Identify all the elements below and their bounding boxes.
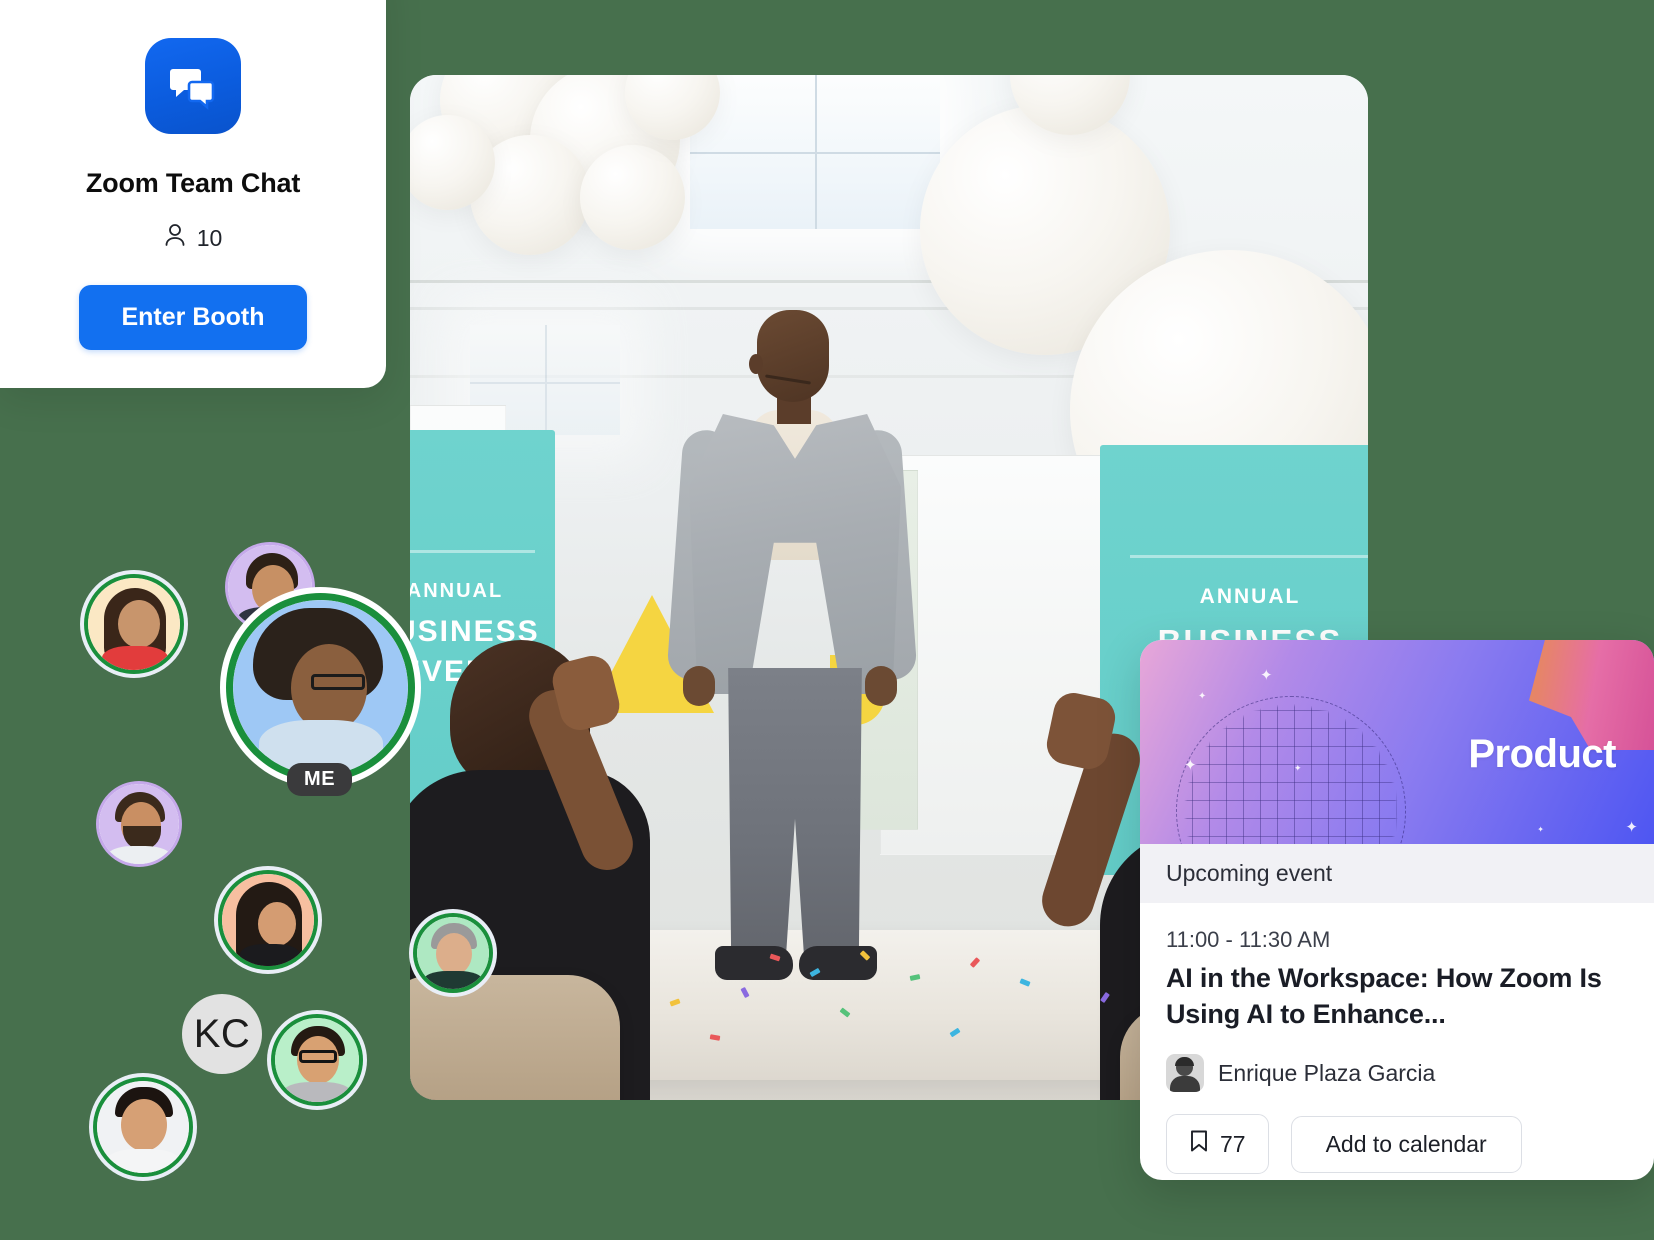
star-icon: ✦	[1260, 667, 1273, 684]
booth-participants: 10	[164, 223, 223, 253]
speaker-figure	[665, 310, 918, 990]
star-icon: ✦	[1294, 763, 1302, 773]
avatar-man-grey-hair[interactable]	[417, 917, 489, 989]
person-icon	[164, 223, 186, 253]
avatar-man-white-shirt[interactable]	[97, 1081, 189, 1173]
star-icon: ✦	[1537, 825, 1544, 834]
chair-left	[410, 975, 620, 1100]
banner-right-annual: ANNUAL	[1199, 585, 1301, 608]
booth-title: Zoom Team Chat	[85, 168, 301, 198]
enter-booth-button[interactable]: Enter Booth	[79, 285, 307, 350]
avatar-initials-text: KC	[193, 1011, 251, 1056]
avatar-initials-kc[interactable]: KC	[182, 994, 262, 1074]
event-hero-banner: ✦ ✦ ✦ ✦ ✦ ✦ Product	[1140, 640, 1654, 844]
star-icon: ✦	[1198, 691, 1207, 702]
event-actions: 77 Add to calendar	[1140, 1092, 1654, 1180]
speaker-name: Enrique Plaza Garcia	[1218, 1059, 1436, 1086]
event-time: 11:00 - 11:30 AM	[1166, 927, 1331, 952]
save-event-button[interactable]: 77	[1166, 1114, 1269, 1175]
event-category-title: Product	[1468, 732, 1616, 776]
banner-word-annual: ANNUAL	[410, 580, 504, 602]
event-title: AI in the Workspace: How Zoom Is Using A…	[1166, 963, 1602, 1029]
page-root: ANNUAL BUSINESS EVENT ANNUAL BUSINESS	[0, 0, 1654, 1240]
chat-bubbles-icon	[145, 38, 241, 134]
participants-count: 10	[196, 224, 223, 251]
add-to-calendar-button[interactable]: Add to calendar	[1290, 1115, 1522, 1173]
speaker-avatar	[1166, 1054, 1204, 1093]
star-icon: ✦	[1625, 819, 1638, 836]
event-band-label: Upcoming event	[1140, 844, 1654, 903]
avatar-woman-long-hair[interactable]	[222, 874, 314, 966]
avatar-man-beard[interactable]	[99, 784, 179, 864]
zoom-team-chat-booth-card: Zoom Team Chat 10 Enter Booth	[0, 0, 386, 388]
avatar-me[interactable]	[233, 600, 408, 775]
upcoming-event-card: ✦ ✦ ✦ ✦ ✦ ✦ Product Upcoming event 11:00…	[1140, 640, 1654, 1180]
avatar-man-glasses[interactable]	[275, 1018, 359, 1102]
event-speaker: Enrique Plaza Garcia	[1166, 1054, 1628, 1093]
me-badge: ME	[287, 763, 353, 796]
star-icon: ✦	[1184, 757, 1197, 774]
save-count: 77	[1220, 1130, 1246, 1157]
globe-outline	[1176, 696, 1406, 844]
bookmark-icon	[1189, 1129, 1209, 1159]
avatar-woman-red-top[interactable]	[88, 578, 180, 670]
